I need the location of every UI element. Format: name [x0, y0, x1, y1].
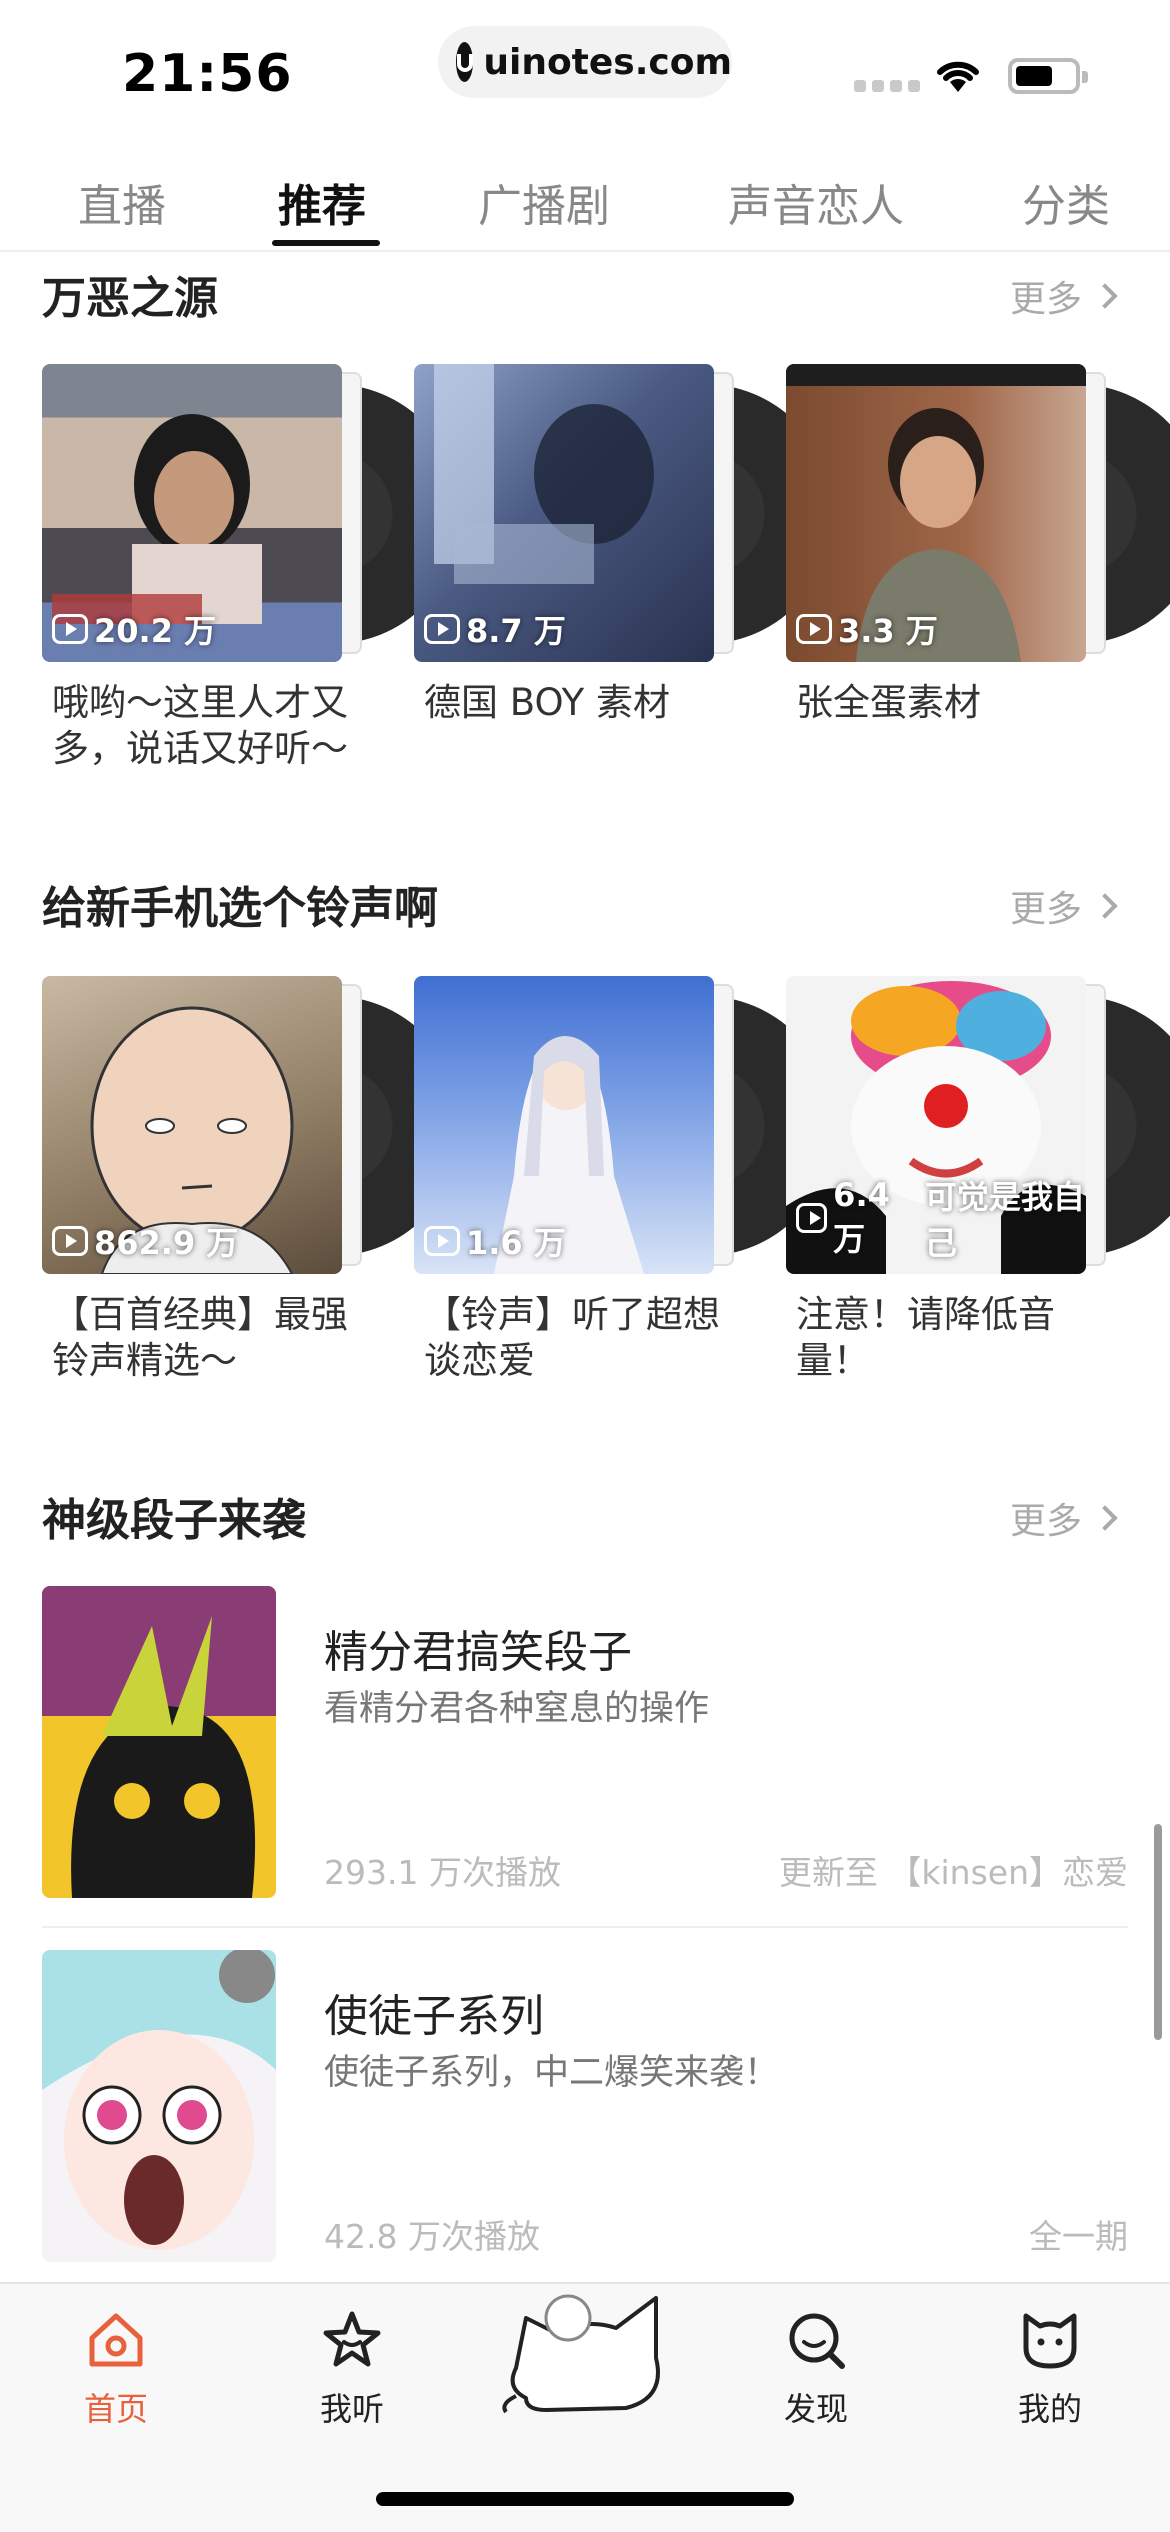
album-sleeve	[342, 984, 362, 1266]
album-title: 注意！请降低音量！	[796, 1293, 1055, 1382]
play-icon	[424, 1226, 460, 1256]
album-title: 【铃声】听了超想谈恋爱	[424, 1293, 720, 1382]
play-icon	[424, 614, 460, 644]
thumb-art	[42, 1586, 276, 1898]
more-label: 更多	[1009, 889, 1082, 930]
thumb-art	[42, 1950, 276, 2250]
play-count-value: 3.3 万	[838, 612, 938, 650]
list-thumbnail	[42, 1950, 276, 2262]
album-title: 哦哟～这里人才又多，说话又好听～	[52, 681, 348, 770]
status-bar: 21:56 uinotes.com	[0, 0, 1170, 140]
album-cover: 3.3 万	[786, 364, 1086, 662]
play-count: 3.3 万	[796, 606, 938, 652]
album-sleeve	[714, 984, 734, 1266]
chevron-right-icon	[1092, 893, 1118, 919]
tab-live[interactable]: 直播	[78, 170, 166, 234]
site-logo-icon	[456, 42, 474, 82]
album-sleeve	[1086, 372, 1106, 654]
more-link[interactable]: 更多	[1009, 880, 1118, 932]
play-icon	[796, 614, 832, 644]
list-title: 使徒子系列	[324, 1991, 544, 2042]
nav-listen[interactable]: 我听	[292, 2308, 412, 2430]
album-sleeve	[714, 372, 734, 654]
play-count: 862.9 万	[52, 1218, 238, 1264]
play-count: 6.4 万 可觉是我自己	[796, 1172, 1086, 1264]
play-count-value: 1.6 万	[466, 1224, 566, 1262]
album-cover: 6.4 万 可觉是我自己	[786, 976, 1086, 1274]
play-icon	[52, 1226, 88, 1256]
nav-label: 首页	[83, 2390, 148, 2428]
list-title: 精分君搞笑段子	[324, 1627, 632, 1678]
cat-face-icon	[1023, 2313, 1077, 2369]
list-update-status: 更新至 【kinsen】恋爱	[778, 1853, 1128, 1892]
tab-recommend[interactable]: 推荐	[278, 170, 366, 234]
list-thumbnail	[42, 1586, 276, 1898]
star-icon	[323, 2311, 381, 2367]
album-cover: 862.9 万	[42, 976, 342, 1274]
album-title: 【百首经典】最强铃声精选～	[52, 1293, 348, 1382]
tab-category[interactable]: 分类	[1022, 170, 1110, 234]
album-title: 德国 BOY 素材	[424, 681, 670, 724]
list-update-status: 全一期	[1029, 2217, 1128, 2256]
battery-icon	[1008, 58, 1088, 94]
play-icon	[52, 614, 88, 644]
album-cover: 20.2 万	[42, 364, 342, 662]
list-item[interactable]: 精分君搞笑段子 看精分君各种窒息的操作 293.1 万次播放 更新至 【kins…	[42, 1586, 1128, 1900]
album-cover: 1.6 万	[414, 976, 714, 1274]
more-link[interactable]: 更多	[1009, 270, 1118, 322]
list-play-count: 42.8 万次播放	[324, 2217, 540, 2256]
section-title: 万恶之源	[42, 273, 218, 324]
section-title: 神级段子来袭	[42, 1495, 306, 1546]
cat-mascot-icon[interactable]	[496, 2278, 672, 2418]
nav-mine[interactable]: 我的	[990, 2308, 1110, 2430]
album-cover: 8.7 万	[414, 364, 714, 662]
cellular-signal-icon	[854, 80, 920, 92]
list-item[interactable]: 使徒子系列 使徒子系列，中二爆笑来袭！ 42.8 万次播放 全一期	[42, 1950, 1128, 2264]
url-text: uinotes.com	[483, 41, 732, 83]
divider	[42, 1926, 1128, 1928]
chevron-right-icon	[1092, 283, 1118, 309]
top-tabs: 直播 推荐 广播剧 声音恋人 分类	[0, 160, 1170, 252]
play-count-value: 6.4 万	[833, 1176, 890, 1258]
more-label: 更多	[1009, 1501, 1082, 1542]
album-sleeve	[342, 372, 362, 654]
play-count: 1.6 万	[424, 1218, 566, 1264]
play-count: 8.7 万	[424, 606, 566, 652]
tab-radio-drama[interactable]: 广播剧	[478, 170, 610, 234]
section-title: 给新手机选个铃声啊	[42, 883, 438, 934]
more-label: 更多	[1009, 279, 1082, 320]
list-description: 使徒子系列，中二爆笑来袭！	[324, 2053, 780, 2093]
list-play-count: 293.1 万次播放	[324, 1853, 561, 1892]
list-description: 看精分君各种窒息的操作	[324, 1689, 710, 1729]
play-icon	[796, 1203, 828, 1233]
nav-discover[interactable]: 发现	[756, 2308, 876, 2430]
chevron-right-icon	[1092, 1505, 1118, 1531]
more-link[interactable]: 更多	[1009, 1492, 1118, 1544]
scrollbar[interactable]	[1154, 1824, 1162, 2040]
wifi-icon	[937, 61, 979, 92]
nav-label: 我听	[319, 2390, 384, 2428]
nav-home[interactable]: 首页	[56, 2308, 176, 2430]
url-pill[interactable]: uinotes.com	[438, 26, 732, 98]
home-indicator[interactable]	[376, 2492, 794, 2506]
play-count-value: 8.7 万	[466, 612, 566, 650]
tab-active-indicator	[272, 240, 380, 246]
status-time: 21:56	[122, 44, 293, 104]
search-icon	[789, 2313, 845, 2369]
play-count-value: 20.2 万	[94, 612, 217, 650]
tab-voice-lover[interactable]: 声音恋人	[728, 170, 904, 234]
album-sleeve	[1086, 984, 1106, 1266]
nav-label: 发现	[783, 2390, 848, 2428]
cover-caption: 可觉是我自己	[924, 1178, 1085, 1262]
home-icon	[89, 2313, 143, 2367]
play-count-value: 862.9 万	[94, 1224, 239, 1262]
album-title: 张全蛋素材	[796, 681, 981, 724]
nav-label: 我的	[1017, 2390, 1082, 2428]
play-count: 20.2 万	[52, 606, 216, 652]
